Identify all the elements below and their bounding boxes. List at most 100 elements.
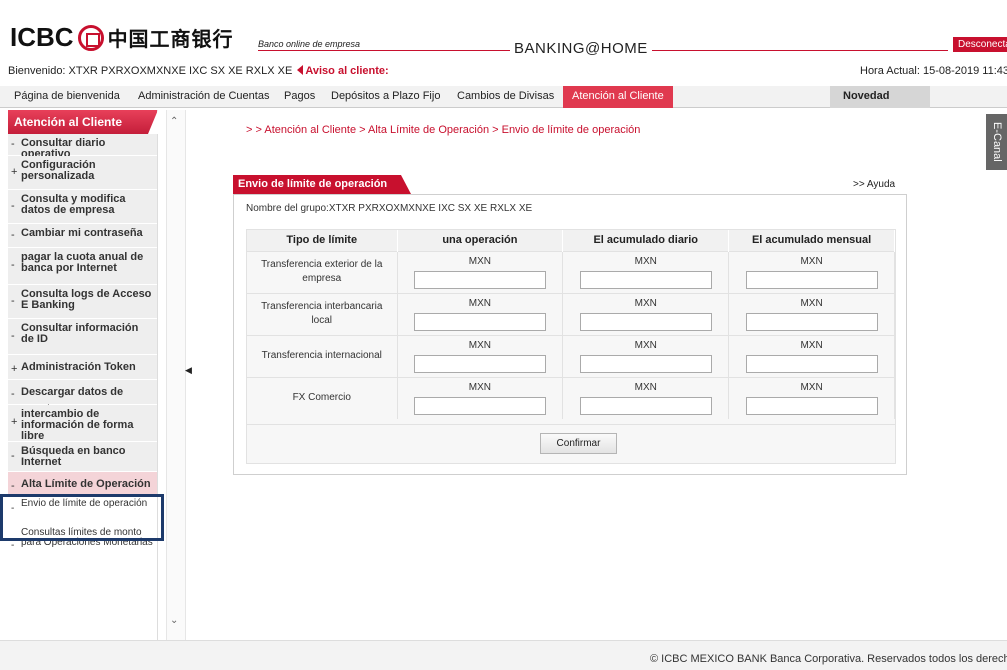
daily-accumulated-input[interactable] <box>579 270 712 289</box>
single-operation-input[interactable] <box>413 396 546 415</box>
single-operation-input[interactable] <box>413 354 546 373</box>
sidebar-item-mark: - <box>11 259 15 271</box>
collapse-sidebar-icon[interactable]: ◀ <box>185 365 192 376</box>
breadcrumb: > > Atención al Cliente > Alta Límite de… <box>246 124 641 136</box>
limit-table-container: Tipo de límite una operación El acumulad… <box>246 229 896 464</box>
column-header: El acumulado diario <box>562 230 730 251</box>
logout-button[interactable]: Desconectar <box>953 37 1007 52</box>
page: ICBC 中国工商银行 Banco online de empresa BANK… <box>0 0 1007 670</box>
currency-label: MXN <box>468 255 492 267</box>
amount-cell: MXN <box>728 250 895 293</box>
sidebar-item-mark: - <box>11 228 15 241</box>
amount-cell: MXN <box>562 376 730 419</box>
banca-online-label: Banco online de empresa <box>258 39 361 49</box>
sidebar-item-label: Consulta logs de Acceso E Banking <box>21 288 152 311</box>
sidebar-item-access-logs[interactable]: - Consulta logs de Acceso E Banking <box>8 285 157 319</box>
nav-fixed-deposits[interactable]: Depósitos a Plazo Fijo <box>331 86 440 108</box>
copyright-text: © ICBC MEXICO BANK Banca Corporativa. Re… <box>650 653 1007 665</box>
currency-label: MXN <box>468 297 492 309</box>
sidebar-item-company-data[interactable]: - Consulta y modifica datos de empresa <box>8 190 157 224</box>
limit-table: Tipo de límite una operación El acumulad… <box>247 230 895 419</box>
monthly-accumulated-input[interactable] <box>745 396 878 415</box>
currency-label: MXN <box>634 339 657 351</box>
daily-accumulated-input[interactable] <box>579 396 712 415</box>
header: ICBC 中国工商银行 Banco online de empresa BANK… <box>0 0 1007 92</box>
sidebar-item-mark: - <box>11 137 15 150</box>
nav-currency-exchange[interactable]: Cambios de Divisas <box>457 86 554 108</box>
nav-customer-service[interactable]: Atención al Cliente <box>563 86 673 108</box>
customer-notice-link[interactable]: Aviso al cliente: <box>305 65 388 77</box>
confirm-row: Confirmar <box>247 424 895 464</box>
sidebar-item-mark: - <box>11 540 15 551</box>
sidebar-item-label: Alta Límite de Operación <box>21 478 151 490</box>
monthly-accumulated-input[interactable] <box>745 312 878 331</box>
amount-cell: MXN <box>728 334 895 377</box>
limit-type-cell: Transferencia exterior de la empresa <box>247 250 398 293</box>
sidebar-scrollbar[interactable]: ⌃ ⌄ <box>166 110 186 640</box>
sidebar-item-mark: - <box>11 294 15 307</box>
daily-accumulated-input[interactable] <box>579 312 712 331</box>
sidebar-item-change-password[interactable]: - Cambiar mi contraseña <box>8 224 157 248</box>
table-row: Transferencia exterior de la empresa MXN… <box>247 250 895 293</box>
table-row: FX Comercio MXN MXN MXN <box>247 376 895 419</box>
scroll-up-icon[interactable]: ⌃ <box>170 116 178 127</box>
limit-type-cell: Transferencia interbancaria local <box>247 292 398 335</box>
expand-icon: + <box>11 165 18 178</box>
e-channel-side-tab[interactable]: E-Canal <box>986 114 1007 170</box>
sidebar-item-label: intercambio de información de forma libr… <box>21 408 134 442</box>
currency-label: MXN <box>800 339 823 351</box>
sidebar-item-label: Cambiar mi contraseña <box>21 227 143 239</box>
sidebar-item-id-info[interactable]: - Consultar información de ID <box>8 319 157 355</box>
sidebar-item-mark: - <box>11 199 15 212</box>
currency-label: MXN <box>468 339 492 351</box>
sidebar-item-annual-fee[interactable]: - pagar la cuota anual de banca por Inter… <box>8 248 157 285</box>
sidebar: Atención al Cliente - Consultar diario op… <box>8 110 158 640</box>
currency-label: MXN <box>800 297 823 309</box>
currency-label: MXN <box>634 297 657 309</box>
sidebar-item-operational-log[interactable]: - Consultar diario operativo <box>8 134 157 160</box>
sidebar-item-download-account-data[interactable]: -Descargar datos de cuenta <box>8 380 157 415</box>
single-operation-input[interactable] <box>413 270 546 289</box>
news-tab[interactable]: Novedad <box>830 86 930 108</box>
sidebar-item-label: Administración Token <box>21 361 136 373</box>
amount-cell: MXN <box>397 292 564 335</box>
limit-form-panel: Nombre del grupo:XTXR PXRXOXMXNXE IXC SX… <box>233 194 907 475</box>
sidebar-item-token-admin[interactable]: + Administración Token <box>8 355 157 380</box>
nav-welcome-page[interactable]: Página de bienvenida <box>14 86 120 108</box>
sidebar-item-custom-config[interactable]: + Configuración personalizada <box>8 156 157 190</box>
currency-label: MXN <box>800 381 823 393</box>
amount-cell: MXN <box>562 292 730 335</box>
main-nav: Página de bienvenida Administración de C… <box>0 86 1007 108</box>
sidebar-item-label: Consultar información de ID <box>21 322 139 345</box>
sidebar-item-mark: - <box>11 388 15 400</box>
nav-payments[interactable]: Pagos <box>284 86 315 108</box>
currency-label: MXN <box>468 381 492 393</box>
single-operation-input[interactable] <box>413 312 546 331</box>
scroll-down-icon[interactable]: ⌄ <box>170 615 178 626</box>
group-name: Nombre del grupo:XTXR PXRXOXMXNXE IXC SX… <box>246 203 533 214</box>
welcome-text: Bienvenido: XTXR PXRXOXMXNXE IXC SX XE R… <box>8 65 293 77</box>
limit-type-cell: FX Comercio <box>247 376 398 419</box>
table-header-row: Tipo de límite una operación El acumulad… <box>247 230 895 251</box>
icbc-seal-icon <box>77 24 104 51</box>
help-link[interactable]: >> Ayuda <box>853 179 895 190</box>
banking-home-title: BANKING@HOME <box>510 40 652 57</box>
confirm-button[interactable]: Confirmar <box>540 433 617 454</box>
amount-cell: MXN <box>728 292 895 335</box>
welcome-row: Bienvenido: XTXR PXRXOXMXNXE IXC SX XE R… <box>8 65 389 77</box>
column-header: una operación <box>397 230 564 251</box>
expand-icon: + <box>11 416 18 428</box>
sidebar-item-internet-search[interactable]: - Búsqueda en banco Internet <box>8 442 157 472</box>
monthly-accumulated-input[interactable] <box>745 354 878 373</box>
highlight-box <box>0 494 164 541</box>
logo-icbc-text: ICBC <box>10 22 74 52</box>
amount-cell: MXN <box>562 334 730 377</box>
monthly-accumulated-input[interactable] <box>745 270 878 289</box>
sidebar-item-free-info-exchange[interactable]: + intercambio de información de forma lib… <box>8 405 157 442</box>
panel-title: Envio de límite de operación <box>233 175 412 194</box>
footer: © ICBC MEXICO BANK Banca Corporativa. Re… <box>0 640 1007 670</box>
column-header: Tipo de límite <box>247 230 398 251</box>
nav-account-admin[interactable]: Administración de Cuentas <box>138 86 269 108</box>
sidebar-item-operation-limit[interactable]: - Alta Límite de Operación <box>8 472 157 496</box>
daily-accumulated-input[interactable] <box>579 354 712 373</box>
